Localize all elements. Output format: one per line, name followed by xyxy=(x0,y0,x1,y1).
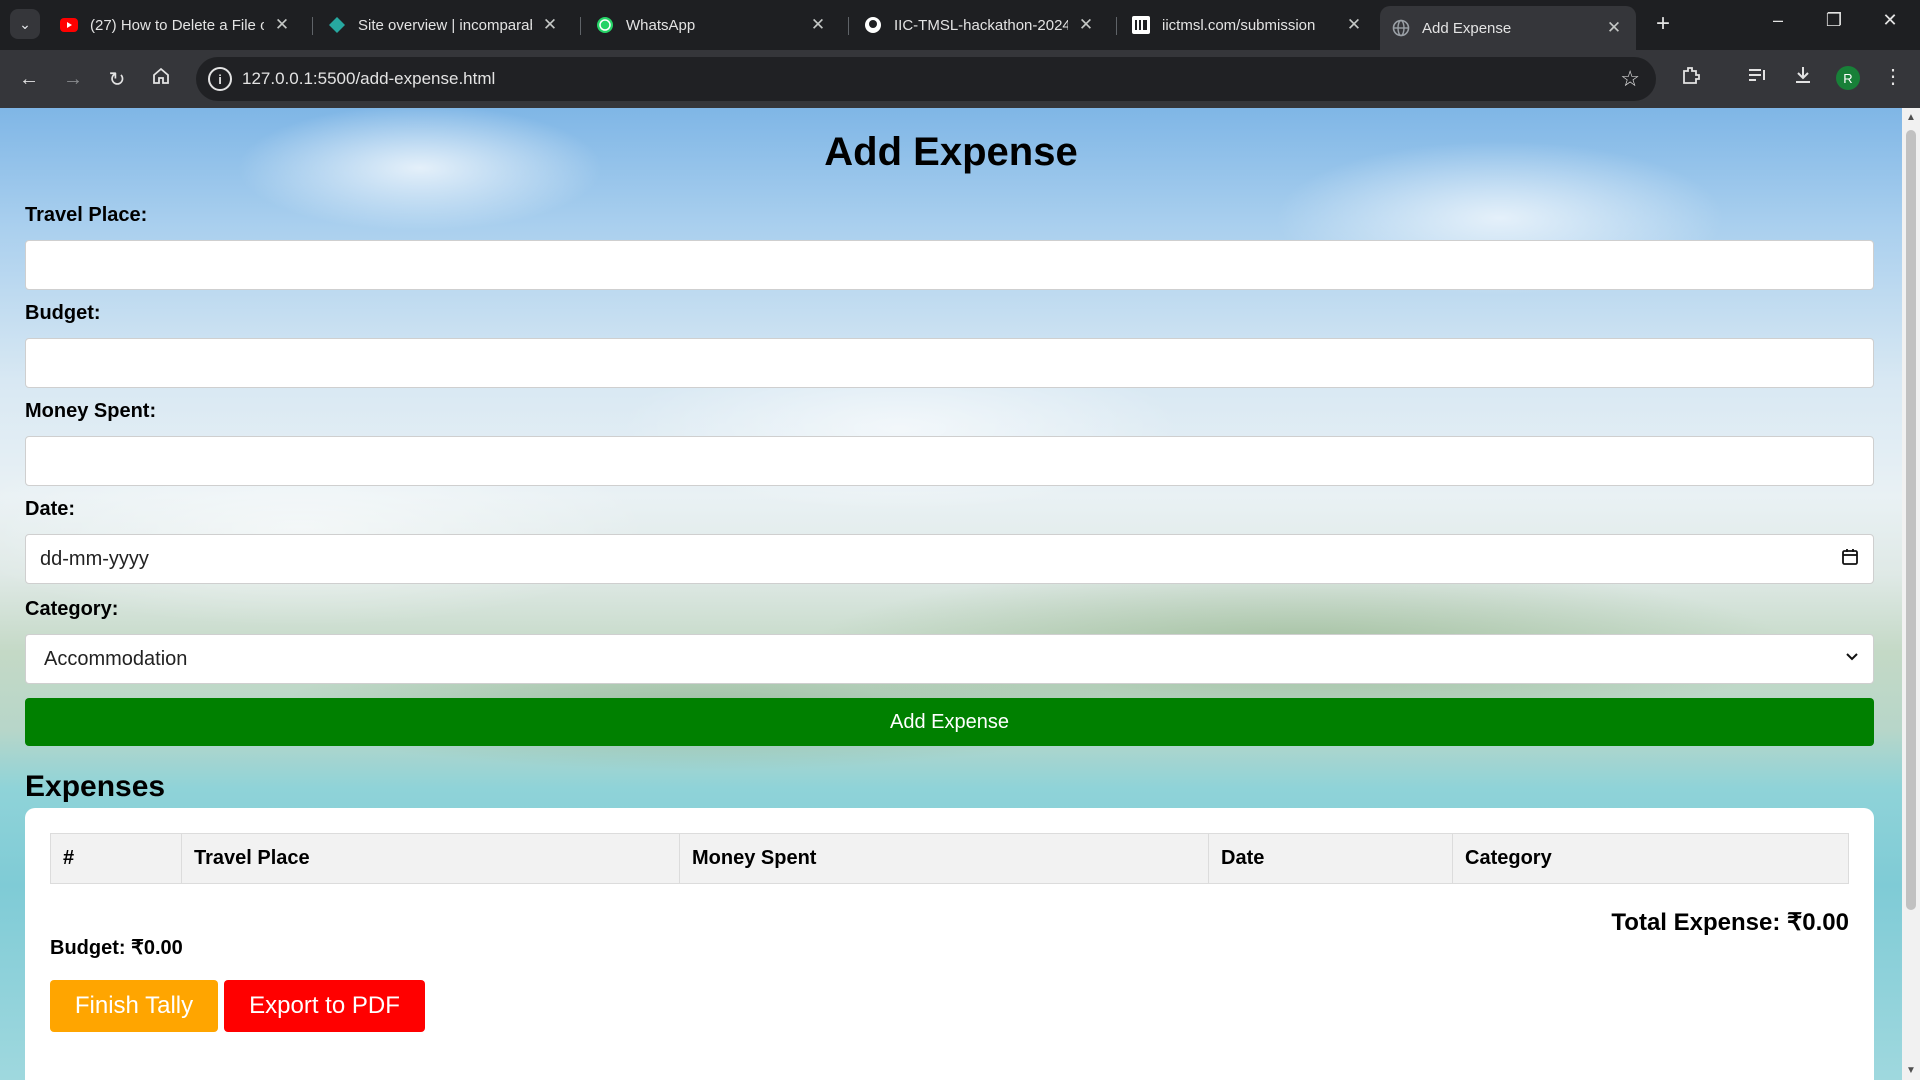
arrow-right-icon: → xyxy=(63,67,83,90)
tab-title: (27) How to Delete a File o xyxy=(90,16,264,34)
tab-title: WhatsApp xyxy=(626,16,696,34)
bookmark-star-icon[interactable]: ☆ xyxy=(1620,66,1640,92)
tab-title: IIC-TMSL-hackathon-2024 xyxy=(894,16,1068,34)
table-header-row: # Travel Place Money Spent Date Category xyxy=(50,833,1849,884)
media-controls-icon[interactable] xyxy=(1742,64,1772,92)
scroll-up-arrow-icon[interactable]: ▲ xyxy=(1902,112,1920,123)
date-label: Date: xyxy=(25,498,76,520)
minimize-button[interactable]: – xyxy=(1758,10,1798,31)
tab-iictmsl[interactable]: iictmsl.com/submission ✕ xyxy=(1120,8,1376,42)
home-icon xyxy=(151,66,171,92)
globe-icon xyxy=(1392,19,1410,37)
tab-title: Add Expense xyxy=(1422,19,1512,37)
close-icon[interactable]: ✕ xyxy=(808,15,828,35)
info-icon[interactable]: i xyxy=(208,67,232,91)
date-placeholder: dd-mm-yyyy xyxy=(40,547,149,570)
tab-title: Site overview | incomparab xyxy=(358,16,532,34)
browser-toolbar: ← → ↻ i 127.0.0.1:5500/add-expense.html … xyxy=(0,50,1920,108)
close-icon[interactable]: ✕ xyxy=(1344,15,1364,35)
close-icon[interactable]: ✕ xyxy=(1604,18,1624,38)
close-icon[interactable]: ✕ xyxy=(272,15,292,35)
netlify-icon xyxy=(328,16,346,34)
calendar-icon[interactable] xyxy=(1841,548,1859,571)
tab-title: iictmsl.com/submission xyxy=(1162,16,1316,34)
category-label: Category: xyxy=(25,598,119,620)
home-button[interactable] xyxy=(146,64,176,94)
tab-separator xyxy=(580,17,581,35)
reload-icon: ↻ xyxy=(108,68,126,91)
restore-button[interactable]: ❐ xyxy=(1814,10,1854,31)
budget-input[interactable] xyxy=(25,338,1874,388)
reload-button[interactable]: ↻ xyxy=(102,64,132,94)
column-header-number: # xyxy=(50,833,182,884)
finish-tally-button[interactable]: Finish Tally xyxy=(50,980,218,1032)
money-spent-label: Money Spent: xyxy=(25,400,157,422)
close-icon[interactable]: ✕ xyxy=(1076,15,1096,35)
scroll-down-arrow-icon[interactable]: ▼ xyxy=(1902,1065,1920,1076)
chevron-down-icon: ⌄ xyxy=(19,15,31,32)
more-menu-icon[interactable]: ⋮ xyxy=(1878,64,1908,89)
arrow-left-icon: ← xyxy=(19,67,39,90)
category-select[interactable]: Accommodation xyxy=(25,634,1874,684)
tab-add-expense[interactable]: Add Expense ✕ xyxy=(1380,6,1636,50)
back-button[interactable]: ← xyxy=(14,64,44,94)
column-header-money-spent: Money Spent xyxy=(679,833,1209,884)
extensions-icon[interactable] xyxy=(1676,64,1706,92)
tab-whatsapp[interactable]: WhatsApp ✕ xyxy=(584,8,840,42)
page-title: Add Expense xyxy=(824,130,1078,174)
iic-icon xyxy=(1132,16,1150,34)
add-expense-button[interactable]: Add Expense xyxy=(25,698,1874,746)
forward-button[interactable]: → xyxy=(58,64,88,94)
address-url[interactable]: 127.0.0.1:5500/add-expense.html xyxy=(242,69,495,89)
expenses-table: # Travel Place Money Spent Date Category xyxy=(50,833,1849,884)
scrollbar-thumb[interactable] xyxy=(1906,130,1916,910)
total-expense: Total Expense: ₹0.00 xyxy=(1611,909,1849,936)
whatsapp-icon xyxy=(596,16,614,34)
page-scrollbar[interactable]: ▲ ▼ xyxy=(1902,108,1920,1080)
tab-youtube[interactable]: (27) How to Delete a File o ✕ xyxy=(48,8,304,42)
github-icon xyxy=(864,16,882,34)
expenses-card: # Travel Place Money Spent Date Category… xyxy=(25,808,1874,1080)
date-input[interactable]: dd-mm-yyyy xyxy=(25,534,1874,584)
page-viewport: Add Expense Travel Place: Budget: Money … xyxy=(0,108,1902,1080)
youtube-icon xyxy=(60,16,78,34)
expenses-heading: Expenses xyxy=(25,770,166,803)
column-header-category: Category xyxy=(1452,833,1849,884)
new-tab-button[interactable]: + xyxy=(1650,12,1676,36)
tab-netlify[interactable]: Site overview | incomparab ✕ xyxy=(316,8,572,42)
budget-summary: Budget: ₹0.00 xyxy=(50,937,183,959)
address-bar[interactable]: i 127.0.0.1:5500/add-expense.html ☆ xyxy=(196,57,1656,101)
travel-place-input[interactable] xyxy=(25,240,1874,290)
close-icon[interactable]: ✕ xyxy=(540,15,560,35)
window-close-button[interactable]: ✕ xyxy=(1870,10,1910,31)
export-pdf-button[interactable]: Export to PDF xyxy=(224,980,425,1032)
tab-separator xyxy=(1116,17,1117,35)
travel-place-label: Travel Place: xyxy=(25,204,148,226)
tab-separator xyxy=(312,17,313,35)
tab-strip: ⌄ (27) How to Delete a File o ✕ Site ove… xyxy=(0,0,1920,50)
category-selected-value: Accommodation xyxy=(44,647,188,670)
download-icon[interactable] xyxy=(1788,64,1818,92)
tab-separator xyxy=(848,17,849,35)
tab-github[interactable]: IIC-TMSL-hackathon-2024 ✕ xyxy=(852,8,1108,42)
column-header-travel-place: Travel Place xyxy=(181,833,680,884)
budget-label: Budget: xyxy=(25,302,101,324)
tab-search-button[interactable]: ⌄ xyxy=(10,9,40,39)
column-header-date: Date xyxy=(1208,833,1453,884)
money-spent-input[interactable] xyxy=(25,436,1874,486)
chevron-down-icon xyxy=(1845,647,1859,668)
profile-avatar[interactable]: R xyxy=(1836,66,1860,90)
